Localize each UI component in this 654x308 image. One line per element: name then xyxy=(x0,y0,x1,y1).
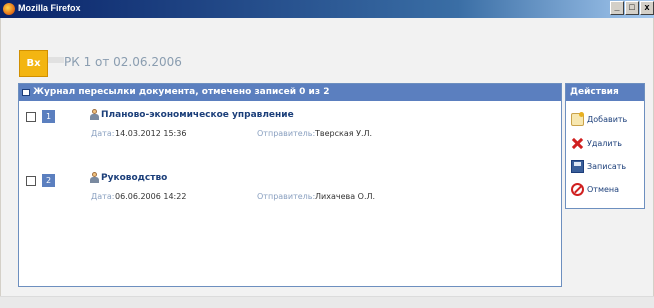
department-link[interactable]: Планово-экономическое управление xyxy=(101,110,294,120)
row-number: 1 xyxy=(42,110,55,123)
row-checkbox[interactable] xyxy=(26,112,36,122)
delete-label: Удалить xyxy=(587,138,622,148)
date-label: Дата: xyxy=(91,129,115,138)
firefox-icon xyxy=(3,3,15,15)
journal-heading: Журнал пересылки документа, отмечено зап… xyxy=(33,87,330,97)
actions-heading: Действия xyxy=(566,84,644,101)
window-titlebar[interactable]: Mozilla Firefox _ □ x xyxy=(0,0,654,18)
row-checkbox[interactable] xyxy=(26,176,36,186)
page-title: РК 1 от 02.06.2006 xyxy=(64,55,182,69)
cancel-icon xyxy=(571,182,584,196)
person-icon xyxy=(89,172,100,183)
maximize-button[interactable]: □ xyxy=(625,1,639,15)
journal-panel: Журнал пересылки документа, отмечено зап… xyxy=(18,83,562,287)
date-value: 14.03.2012 15:36 xyxy=(115,129,187,138)
close-button[interactable]: x xyxy=(640,1,654,15)
sender-value: Лихачева О.Л. xyxy=(315,192,376,201)
row-number: 2 xyxy=(42,174,55,187)
incoming-badge: Вх xyxy=(19,50,48,77)
badge-tail xyxy=(48,57,64,63)
department-link[interactable]: Руководство xyxy=(101,173,167,183)
journal-icon xyxy=(22,89,30,96)
cancel-button[interactable]: Отмена xyxy=(571,182,619,196)
sender-label: Отправитель: xyxy=(257,192,316,201)
add-button[interactable]: Добавить xyxy=(571,111,628,126)
save-label: Записать xyxy=(587,161,627,171)
delete-icon xyxy=(571,137,584,150)
save-button[interactable]: Записать xyxy=(571,159,626,173)
journal-header: Журнал пересылки документа, отмечено зап… xyxy=(19,84,561,101)
save-icon xyxy=(571,159,584,173)
sender-value: Тверская У.Л. xyxy=(315,129,373,138)
actions-panel: Действия Добавить Удалить Записать Отмен… xyxy=(565,83,645,209)
add-icon xyxy=(571,111,584,126)
person-icon xyxy=(89,109,100,120)
add-label: Добавить xyxy=(587,114,628,124)
date-value: 06.06.2006 14:22 xyxy=(115,192,187,201)
minimize-button[interactable]: _ xyxy=(610,1,624,15)
sender-label: Отправитель: xyxy=(257,129,316,138)
window-title: Mozilla Firefox xyxy=(18,3,81,13)
window-controls: _ □ x xyxy=(610,1,654,15)
delete-button[interactable]: Удалить xyxy=(571,136,622,150)
window-bottom-border xyxy=(0,296,654,308)
cancel-label: Отмена xyxy=(587,184,620,194)
date-label: Дата: xyxy=(91,192,115,201)
